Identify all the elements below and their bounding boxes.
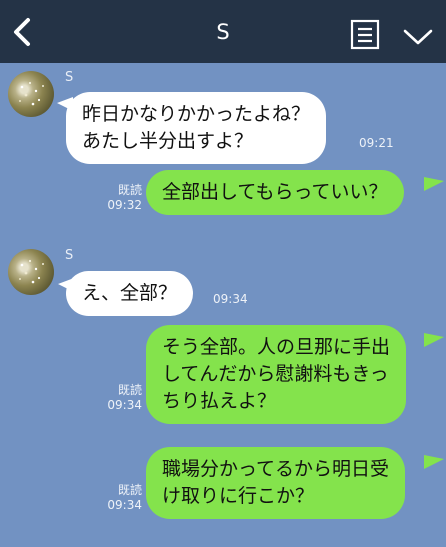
read-receipt: 既読	[117, 483, 142, 497]
notes-button[interactable]	[350, 19, 380, 50]
message-time: 09:34	[107, 498, 142, 512]
chat-area[interactable]: S 昨日かなりかかったよね？ あたし半分出すよ？ 09:21 既読 09:32 …	[0, 63, 446, 547]
sender-name: S	[65, 248, 74, 263]
read-receipt: 既読	[117, 383, 142, 397]
chat-header: S	[0, 0, 446, 63]
notes-menu-icon	[350, 19, 380, 50]
chevron-down-icon	[403, 29, 433, 45]
bubble-tail	[424, 177, 444, 191]
avatar[interactable]	[8, 249, 54, 295]
outgoing-message-bubble[interactable]: 全部出してもらっていい？	[146, 170, 404, 215]
message-time: 09:32	[107, 198, 142, 212]
message-time: 09:34	[107, 398, 142, 412]
message-time: 09:34	[213, 292, 248, 306]
sender-name: S	[65, 70, 74, 85]
incoming-message-bubble[interactable]: え、全部？	[66, 271, 194, 316]
incoming-message-bubble[interactable]: 昨日かなりかかったよね？ あたし半分出すよ？	[66, 92, 327, 164]
avatar-photo	[19, 81, 44, 106]
bubble-tail	[424, 455, 444, 469]
outgoing-message-bubble[interactable]: そう全部。人の旦那に手出 してんだから慰謝料もきっ ちり払えよ？	[146, 325, 407, 424]
avatar-photo	[19, 259, 44, 284]
outgoing-message-bubble[interactable]: 職場分かってるから明日受 け取りに行こか？	[146, 447, 406, 519]
bubble-tail	[424, 333, 444, 347]
avatar[interactable]	[8, 71, 54, 117]
message-time: 09:21	[359, 136, 394, 150]
read-receipt: 既読	[117, 183, 142, 197]
dropdown-button[interactable]	[402, 26, 434, 48]
